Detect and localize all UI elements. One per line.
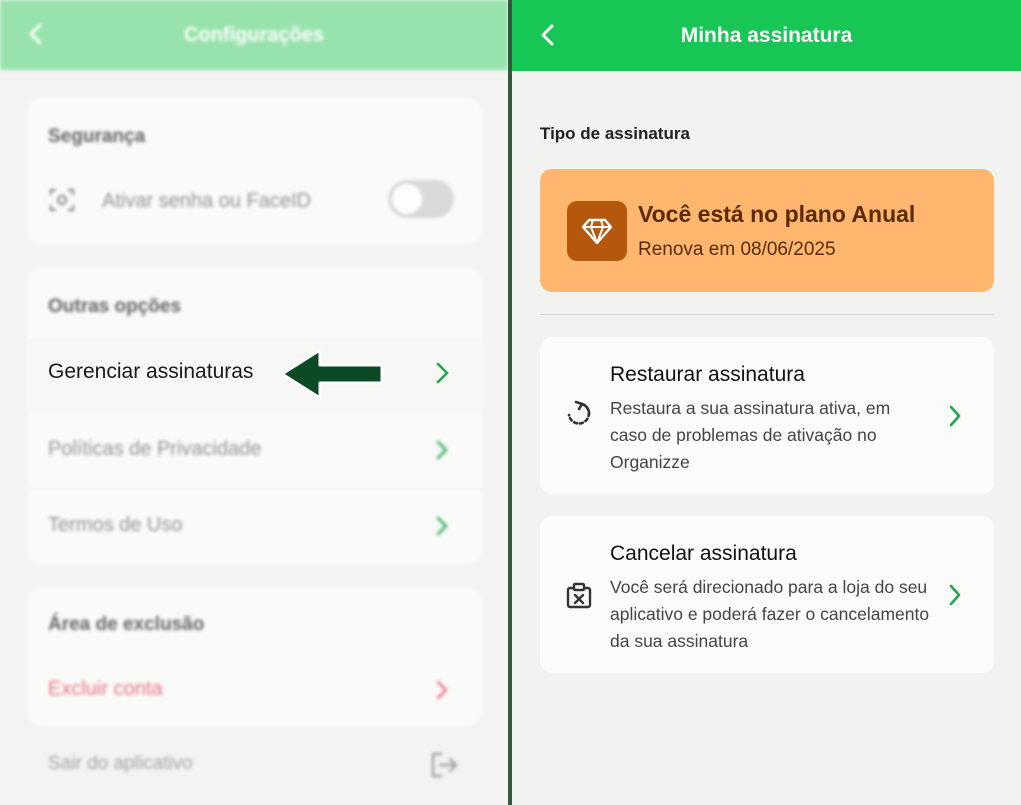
security-card: Segurança Ativar senha ou FaceID: [28, 98, 482, 244]
settings-screen: Configurações Segurança Ativar senha ou …: [0, 0, 508, 805]
chevron-right-icon: [436, 680, 448, 700]
settings-header: Configurações: [0, 0, 508, 70]
settings-title: Configurações: [183, 23, 325, 46]
restore-subscription-option[interactable]: Restaurar assinatura Restaura a sua assi…: [540, 337, 994, 494]
back-chevron-icon[interactable]: [534, 20, 562, 50]
cancel-title: Cancelar assinatura: [610, 542, 797, 565]
plan-badge: [567, 201, 627, 261]
diamond-icon: [581, 218, 613, 245]
deletion-section-title: Área de exclusão: [48, 614, 205, 635]
restore-title: Restaurar assinatura: [610, 363, 805, 386]
privacy-policy-item[interactable]: Políticas de Privacidade: [48, 438, 261, 461]
plan-title: Você está no plano Anual: [638, 201, 916, 227]
clipboard-x-icon: [566, 582, 592, 609]
subscription-type-label: Tipo de assinatura: [540, 124, 690, 143]
other-options-title: Outras opções: [48, 296, 182, 317]
plan-renewal-date: Renova em 08/06/2025: [638, 239, 836, 260]
terms-of-use-item[interactable]: Termos de Uso: [48, 514, 183, 537]
faceid-toggle[interactable]: [388, 180, 454, 218]
logout-icon[interactable]: [428, 750, 460, 780]
restore-description: Restaura a sua assinatura ativa, em caso…: [610, 398, 891, 472]
current-plan-card: Você está no plano Anual Renova em 08/06…: [540, 169, 994, 292]
subscription-title: Minha assinatura: [680, 23, 853, 47]
chevron-right-icon: [949, 405, 961, 427]
manage-subscriptions-label: Gerenciar assinaturas: [48, 360, 254, 383]
subscription-header: Minha assinatura: [512, 0, 1021, 71]
logout-item[interactable]: Sair do aplicativo: [48, 753, 193, 775]
chevron-right-icon: [436, 440, 448, 460]
subscription-screen: Minha assinatura Tipo de assinatura Você…: [512, 0, 1021, 805]
other-options-card: Outras opções Políticas de Privacidade T…: [28, 268, 482, 564]
divider: [540, 314, 994, 315]
manage-subscriptions-item[interactable]: Gerenciar assinaturas: [28, 338, 482, 408]
face-id-icon: [50, 189, 74, 211]
back-chevron-icon[interactable]: [22, 20, 50, 48]
delete-account-item[interactable]: Excluir conta: [48, 678, 163, 701]
chevron-right-icon: [436, 362, 449, 384]
divider: [28, 488, 482, 489]
divider: [28, 410, 482, 411]
cancel-subscription-option[interactable]: Cancelar assinatura Você será direcionad…: [540, 516, 994, 673]
cancel-description: Você será direcionado para a loja do seu…: [610, 577, 930, 651]
faceid-label: Ativar senha ou FaceID: [102, 190, 311, 212]
deletion-card: Área de exclusão Excluir conta: [28, 588, 482, 726]
chevron-right-icon: [949, 584, 961, 606]
arrow-left-icon: [280, 348, 384, 400]
chevron-right-icon: [436, 516, 448, 536]
restore-icon: [567, 400, 591, 425]
security-section-title: Segurança: [48, 126, 146, 147]
